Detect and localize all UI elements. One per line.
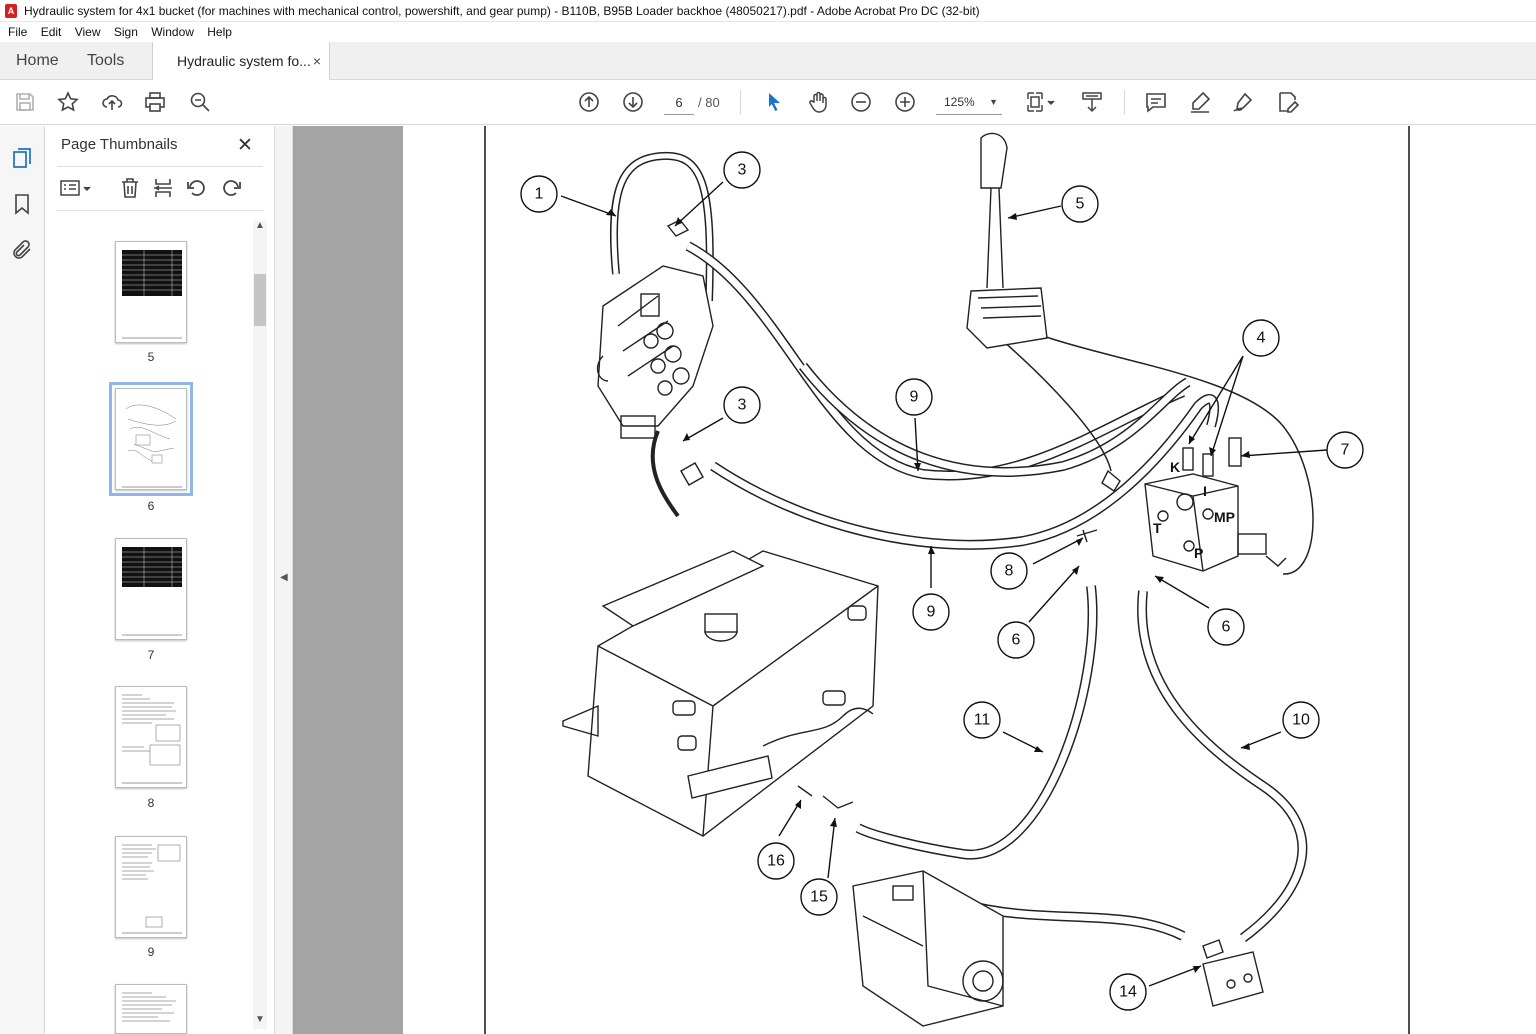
callout-9-lower: 9 bbox=[927, 604, 936, 621]
callout-15: 15 bbox=[810, 889, 828, 906]
thumbnail-label: 6 bbox=[147, 499, 155, 513]
menu-help[interactable]: Help bbox=[207, 22, 232, 42]
panel-collapse-handle[interactable]: ◀ bbox=[275, 126, 293, 1034]
thumbnail-label: 8 bbox=[147, 796, 155, 810]
page-thumbnails-icon[interactable] bbox=[10, 146, 34, 170]
select-cursor-icon[interactable] bbox=[761, 89, 787, 115]
thumbnail-panel: Page Thumbnails ✕ 5 6 7 8 9 ▲ ▼ bbox=[45, 126, 275, 1034]
zoom-value: 125% bbox=[944, 95, 975, 109]
callout-11: 11 bbox=[974, 712, 991, 729]
tab-bar: Home Tools Hydraulic system fo... × bbox=[0, 42, 1536, 81]
toolbar bbox=[0, 80, 1536, 125]
attachment-icon[interactable] bbox=[10, 238, 34, 262]
zoom-out-icon[interactable] bbox=[848, 89, 874, 115]
thumbnail-page[interactable] bbox=[115, 984, 187, 1034]
menu-window[interactable]: Window bbox=[151, 22, 194, 42]
tab-home[interactable]: Home bbox=[16, 42, 59, 80]
hydraulic-diagram: 1 3 5 4 7 9 3 8 9 6 6 11 10 16 15 14 K I… bbox=[484, 126, 1410, 1034]
tab-tools[interactable]: Tools bbox=[87, 42, 124, 80]
hand-icon[interactable] bbox=[805, 89, 831, 115]
toolbar-divider bbox=[1124, 90, 1125, 114]
thumbnail-scrollbar[interactable] bbox=[253, 221, 267, 1029]
search-zoom-icon[interactable] bbox=[187, 89, 213, 115]
port-label-i: I bbox=[1203, 483, 1207, 499]
port-label-mp: MP bbox=[1214, 509, 1235, 525]
scroll-down-icon[interactable]: ▼ bbox=[253, 1014, 267, 1025]
delete-icon[interactable] bbox=[118, 176, 142, 200]
callout-14: 14 bbox=[1119, 984, 1137, 1001]
callout-3-lower: 3 bbox=[738, 397, 747, 414]
print-icon[interactable] bbox=[142, 89, 168, 115]
callout-16: 16 bbox=[767, 853, 785, 870]
arrow-down-icon[interactable] bbox=[620, 89, 646, 115]
callout-1: 1 bbox=[535, 186, 544, 203]
thumbnail-label: 5 bbox=[147, 350, 155, 364]
thumbnail-page-selected[interactable] bbox=[109, 382, 193, 496]
thumbnail-page[interactable] bbox=[115, 241, 187, 343]
port-label-k: K bbox=[1170, 459, 1180, 475]
callout-10: 10 bbox=[1292, 712, 1310, 729]
callout-8: 8 bbox=[1005, 563, 1014, 580]
thumbnail-page[interactable] bbox=[115, 686, 187, 788]
callout-5: 5 bbox=[1076, 196, 1085, 213]
port-label-p: P bbox=[1194, 545, 1203, 561]
save-icon[interactable] bbox=[12, 89, 38, 115]
edit-pdf-icon[interactable] bbox=[1275, 89, 1301, 115]
callout-7: 7 bbox=[1341, 442, 1350, 459]
page-number-input[interactable]: 6 bbox=[664, 90, 694, 115]
callout-4: 4 bbox=[1257, 330, 1266, 347]
menu-edit[interactable]: Edit bbox=[41, 22, 62, 42]
upload-icon[interactable] bbox=[99, 89, 125, 115]
close-tab-icon[interactable]: × bbox=[313, 42, 321, 80]
panel-divider bbox=[57, 210, 263, 211]
thumbnail-page[interactable] bbox=[115, 538, 187, 640]
thumbnail-options-icon[interactable] bbox=[59, 176, 95, 200]
menu-view[interactable]: View bbox=[75, 22, 101, 42]
thumbnail-page[interactable] bbox=[115, 836, 187, 938]
thumbnail-label: 9 bbox=[147, 945, 155, 959]
scrollbar-thumb[interactable] bbox=[254, 274, 266, 326]
insert-page-icon[interactable] bbox=[151, 176, 175, 200]
menu-bar: File Edit View Sign Window Help bbox=[0, 22, 1536, 42]
menu-sign[interactable]: Sign bbox=[114, 22, 138, 42]
window-title: Hydraulic system for 4x1 bucket (for mac… bbox=[24, 4, 980, 18]
star-icon[interactable] bbox=[55, 89, 81, 115]
comment-icon[interactable] bbox=[1143, 89, 1169, 115]
callout-6-right: 6 bbox=[1222, 619, 1231, 636]
tab-document-label: Hydraulic system fo... bbox=[177, 53, 311, 69]
highlight-pen-icon[interactable] bbox=[1187, 89, 1213, 115]
page-fit-icon[interactable] bbox=[1024, 89, 1058, 115]
thumbnail-label: 7 bbox=[147, 648, 155, 662]
bookmark-icon[interactable] bbox=[10, 192, 34, 216]
rotate-left-icon[interactable] bbox=[185, 176, 209, 200]
callout-9-upper: 9 bbox=[910, 389, 919, 406]
arrow-up-icon[interactable] bbox=[576, 89, 602, 115]
zoom-in-icon[interactable] bbox=[892, 89, 918, 115]
scroll-up-icon[interactable]: ▲ bbox=[253, 220, 267, 231]
toolbar-divider bbox=[740, 90, 741, 114]
sign-icon[interactable] bbox=[1230, 89, 1256, 115]
panel-divider bbox=[57, 166, 263, 167]
page-count: / 80 bbox=[698, 95, 720, 110]
acrobat-logo-icon: A bbox=[5, 4, 17, 18]
panel-title: Page Thumbnails bbox=[61, 136, 178, 153]
port-label-t: T bbox=[1153, 520, 1162, 536]
callout-6-left: 6 bbox=[1012, 632, 1021, 649]
zoom-select[interactable]: 125% ▼ bbox=[936, 90, 1002, 115]
menu-file[interactable]: File bbox=[8, 22, 27, 42]
scroll-mode-icon[interactable] bbox=[1079, 89, 1105, 115]
collapse-left-icon: ◀ bbox=[280, 572, 288, 583]
left-rail bbox=[0, 126, 45, 1034]
callout-3-top: 3 bbox=[738, 162, 747, 179]
chevron-down-icon: ▼ bbox=[989, 97, 998, 107]
rotate-right-icon[interactable] bbox=[219, 176, 243, 200]
title-bar: A Hydraulic system for 4x1 bucket (for m… bbox=[0, 0, 1536, 22]
close-panel-icon[interactable]: ✕ bbox=[237, 134, 253, 157]
tab-document[interactable]: Hydraulic system fo... × bbox=[152, 42, 330, 81]
